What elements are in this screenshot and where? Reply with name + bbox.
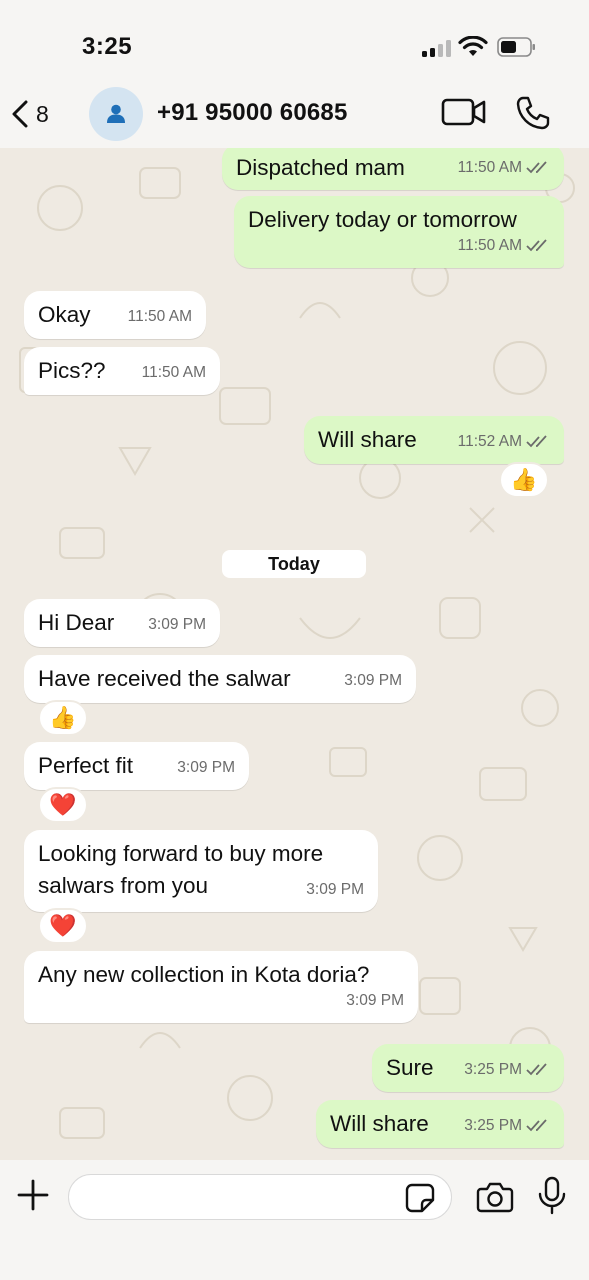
message-meta: 3:09 PM bbox=[306, 874, 364, 906]
message-time: 3:09 PM bbox=[306, 881, 364, 898]
incoming-message[interactable]: Have received the salwar 3:09 PM bbox=[24, 655, 416, 703]
message-meta: 11:52 AM bbox=[458, 426, 550, 458]
outgoing-message[interactable]: Dispatched mam 11:50 AM bbox=[222, 148, 564, 190]
message-text: Sure bbox=[386, 1055, 434, 1080]
message-time: 11:50 AM bbox=[457, 159, 522, 176]
date-separator: Today bbox=[222, 550, 366, 578]
double-check-icon bbox=[526, 435, 547, 448]
message-time: 3:25 PM bbox=[464, 1061, 522, 1078]
contact-name[interactable]: +91 95000 60685 bbox=[157, 99, 348, 127]
status-bar: 3:25 bbox=[0, 0, 589, 80]
message-text: Dispatched mam bbox=[236, 155, 405, 180]
message-text: Perfect fit bbox=[38, 753, 134, 778]
message-text: Hi Dear bbox=[38, 610, 115, 635]
message-time: 11:52 AM bbox=[457, 433, 522, 450]
incoming-message[interactable]: Hi Dear 3:09 PM bbox=[24, 599, 220, 647]
outgoing-message[interactable]: Will share 3:25 PM bbox=[316, 1100, 564, 1148]
video-camera-icon[interactable] bbox=[441, 96, 487, 128]
double-check-icon bbox=[526, 239, 547, 252]
message-text: Any new collection in Kota doria? bbox=[38, 962, 370, 987]
incoming-message[interactable]: Any new collection in Kota doria? 3:09 P… bbox=[24, 951, 418, 1023]
incoming-message[interactable]: Pics?? 11:50 AM bbox=[24, 347, 220, 395]
message-meta: 11:50 AM bbox=[128, 301, 192, 333]
incoming-message[interactable]: Okay 11:50 AM bbox=[24, 291, 206, 339]
unread-count: 8 bbox=[36, 100, 49, 127]
message-time: 3:09 PM bbox=[177, 759, 235, 776]
outgoing-message[interactable]: Sure 3:25 PM bbox=[372, 1044, 564, 1092]
message-time: 3:09 PM bbox=[344, 672, 402, 689]
reaction-heart[interactable]: ❤️ bbox=[38, 908, 88, 944]
double-check-icon bbox=[526, 1119, 547, 1132]
message-meta: 3:09 PM bbox=[148, 609, 206, 641]
person-icon bbox=[107, 104, 125, 123]
message-meta: 11:50 AM bbox=[142, 357, 206, 389]
status-time: 3:25 bbox=[82, 33, 133, 60]
message-meta: 3:25 PM bbox=[464, 1110, 550, 1142]
reaction-thumbs-up[interactable]: 👍 bbox=[38, 700, 88, 736]
message-meta: 3:09 PM bbox=[177, 752, 235, 784]
message-composer bbox=[0, 1160, 589, 1280]
message-text: Will share bbox=[318, 427, 417, 452]
message-time: 3:09 PM bbox=[346, 992, 404, 1009]
plus-icon[interactable] bbox=[16, 1178, 50, 1212]
incoming-message[interactable]: Looking forward to buy more salwars from… bbox=[24, 830, 378, 912]
battery-icon bbox=[497, 37, 535, 57]
message-text: Okay bbox=[38, 302, 91, 327]
message-time: 3:25 PM bbox=[464, 1117, 522, 1134]
message-meta: 3:09 PM bbox=[344, 665, 402, 697]
back-button[interactable]: 8 bbox=[10, 96, 66, 132]
message-text: Delivery today or tomorrow bbox=[248, 207, 517, 232]
microphone-icon[interactable] bbox=[536, 1176, 568, 1216]
chat-header: 8 +91 95000 60685 bbox=[0, 80, 589, 148]
sticker-icon[interactable] bbox=[404, 1182, 436, 1214]
message-text: Have received the salwar bbox=[38, 666, 291, 691]
message-text: Will share bbox=[330, 1111, 429, 1136]
phone-icon[interactable] bbox=[515, 95, 551, 131]
message-time: 11:50 AM bbox=[127, 308, 192, 325]
cellular-signal-icon bbox=[422, 40, 452, 57]
message-time: 3:09 PM bbox=[148, 616, 206, 633]
outgoing-message[interactable]: Delivery today or tomorrow 11:50 AM bbox=[234, 196, 564, 268]
chevron-left-icon bbox=[12, 100, 28, 128]
message-text: Pics?? bbox=[38, 358, 106, 383]
camera-icon[interactable] bbox=[476, 1180, 514, 1214]
chat-area[interactable]: Dispatched mam 11:50 AM Delivery today o… bbox=[0, 148, 589, 1160]
reaction-thumbs-up[interactable]: 👍 bbox=[499, 462, 549, 498]
reaction-heart[interactable]: ❤️ bbox=[38, 787, 88, 823]
message-text: Looking forward to buy more salwars from… bbox=[38, 841, 324, 898]
wifi-icon bbox=[458, 36, 488, 56]
message-meta: 3:25 PM bbox=[464, 1054, 550, 1086]
message-time: 11:50 AM bbox=[457, 237, 522, 254]
contact-avatar[interactable] bbox=[89, 87, 143, 141]
message-time: 11:50 AM bbox=[141, 364, 206, 381]
message-meta: 11:50 AM bbox=[458, 152, 550, 184]
double-check-icon bbox=[526, 161, 547, 174]
message-input[interactable] bbox=[68, 1174, 452, 1220]
double-check-icon bbox=[526, 1063, 547, 1076]
message-meta: 11:50 AM bbox=[458, 230, 550, 262]
message-meta: 3:09 PM bbox=[346, 985, 404, 1017]
outgoing-message[interactable]: Will share 11:52 AM bbox=[304, 416, 564, 464]
incoming-message[interactable]: Perfect fit 3:09 PM bbox=[24, 742, 249, 790]
